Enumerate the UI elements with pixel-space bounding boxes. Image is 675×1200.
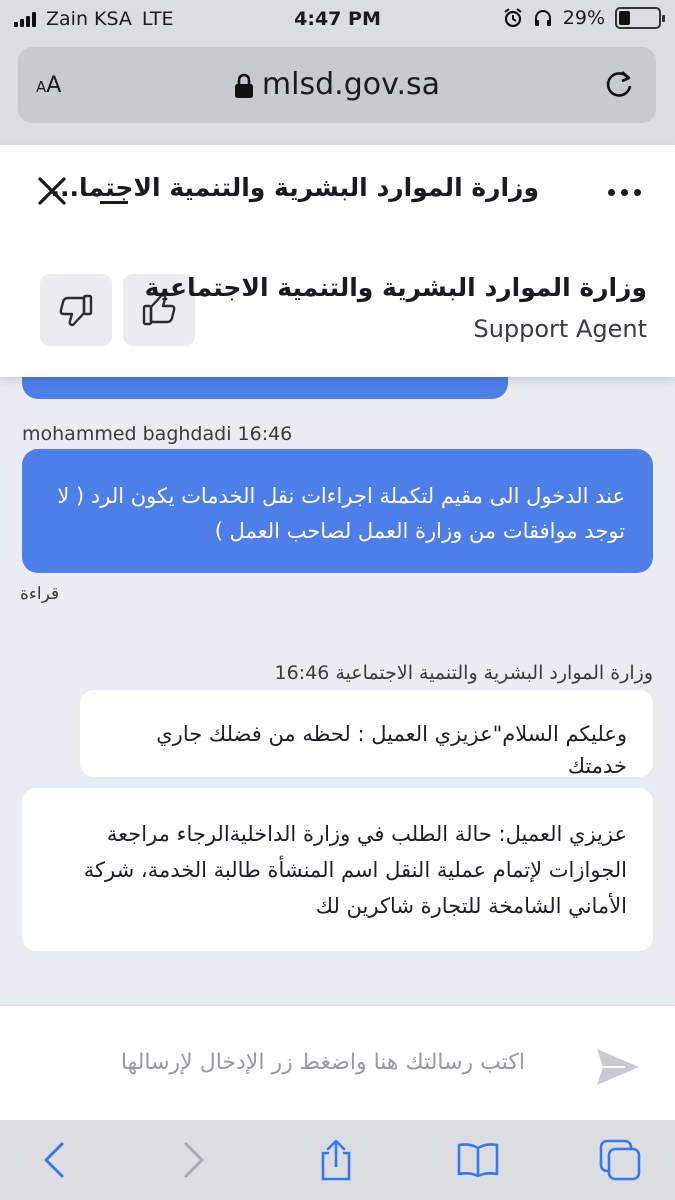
- alarm-icon: [504, 8, 522, 28]
- tabs-button[interactable]: [598, 1138, 642, 1182]
- tabs-icon: [599, 1139, 641, 1181]
- user-sender-label: mohammed baghdadi 16:46: [22, 423, 293, 445]
- agent-message-bubble: وعليكم السلام"عزيزي العميل : لحظه من فضل…: [80, 690, 653, 778]
- message-input[interactable]: اكتب رسالتك هنا واضغط زر الإدخال لإرساله…: [60, 1050, 525, 1075]
- headphones-icon: [534, 10, 551, 26]
- chat-area[interactable]: mohammed baghdadi 16:46 عند الدخول الى م…: [0, 377, 675, 1005]
- chat-title: وزارة الموارد البشرية والتنمية الاجتما..…: [50, 173, 539, 202]
- browser-toolbar: [0, 1120, 675, 1200]
- message-input-bar: اكتب رسالتك هنا واضغط زر الإدخال لإرساله…: [0, 1005, 675, 1120]
- back-button[interactable]: [32, 1138, 76, 1182]
- previous-message-bubble: [22, 377, 508, 399]
- agent-message-bubble: عزيزي العميل: حالة الطلب في وزارة الداخل…: [22, 788, 653, 951]
- forward-button[interactable]: [172, 1138, 216, 1182]
- status-right: 29%: [503, 7, 665, 29]
- lock-icon: [234, 73, 253, 98]
- more-icon[interactable]: [608, 189, 641, 196]
- thumbs-down-icon: [59, 294, 93, 327]
- share-icon: [321, 1139, 351, 1181]
- battery-icon: [615, 7, 665, 29]
- back-icon: [44, 1142, 64, 1178]
- agent-role: Support Agent: [473, 315, 647, 343]
- status-bar: Zain KSA LTE 4:47 PM 29%: [0, 0, 675, 40]
- thumbs-down-button[interactable]: [40, 274, 112, 346]
- bookmarks-button[interactable]: [456, 1138, 500, 1182]
- share-button[interactable]: [314, 1138, 358, 1182]
- battery-fill: [619, 11, 631, 25]
- battery-percent: 29%: [562, 7, 605, 29]
- agent-sender-label: وزارة الموارد البشرية والتنمية الاجتماعي…: [274, 662, 653, 684]
- send-icon[interactable]: [595, 1046, 641, 1088]
- url-display[interactable]: mlsd.gov.sa: [18, 67, 656, 102]
- agent-name: وزارة الموارد البشرية والتنمية الاجتماعي…: [144, 273, 647, 302]
- read-status: قراءة: [20, 584, 60, 604]
- browser-top: AA mlsd.gov.sa: [0, 40, 675, 145]
- reload-icon[interactable]: [602, 67, 636, 101]
- forward-icon: [184, 1142, 204, 1178]
- bookmarks-icon: [457, 1143, 499, 1178]
- url-text: mlsd.gov.sa: [261, 67, 441, 102]
- user-message-bubble: عند الدخول الى مقيم لتكملة اجراءات نقل ا…: [22, 449, 653, 573]
- chat-header: وزارة الموارد البشرية والتنمية الاجتما..…: [0, 145, 675, 377]
- url-bar[interactable]: AA mlsd.gov.sa: [18, 47, 656, 123]
